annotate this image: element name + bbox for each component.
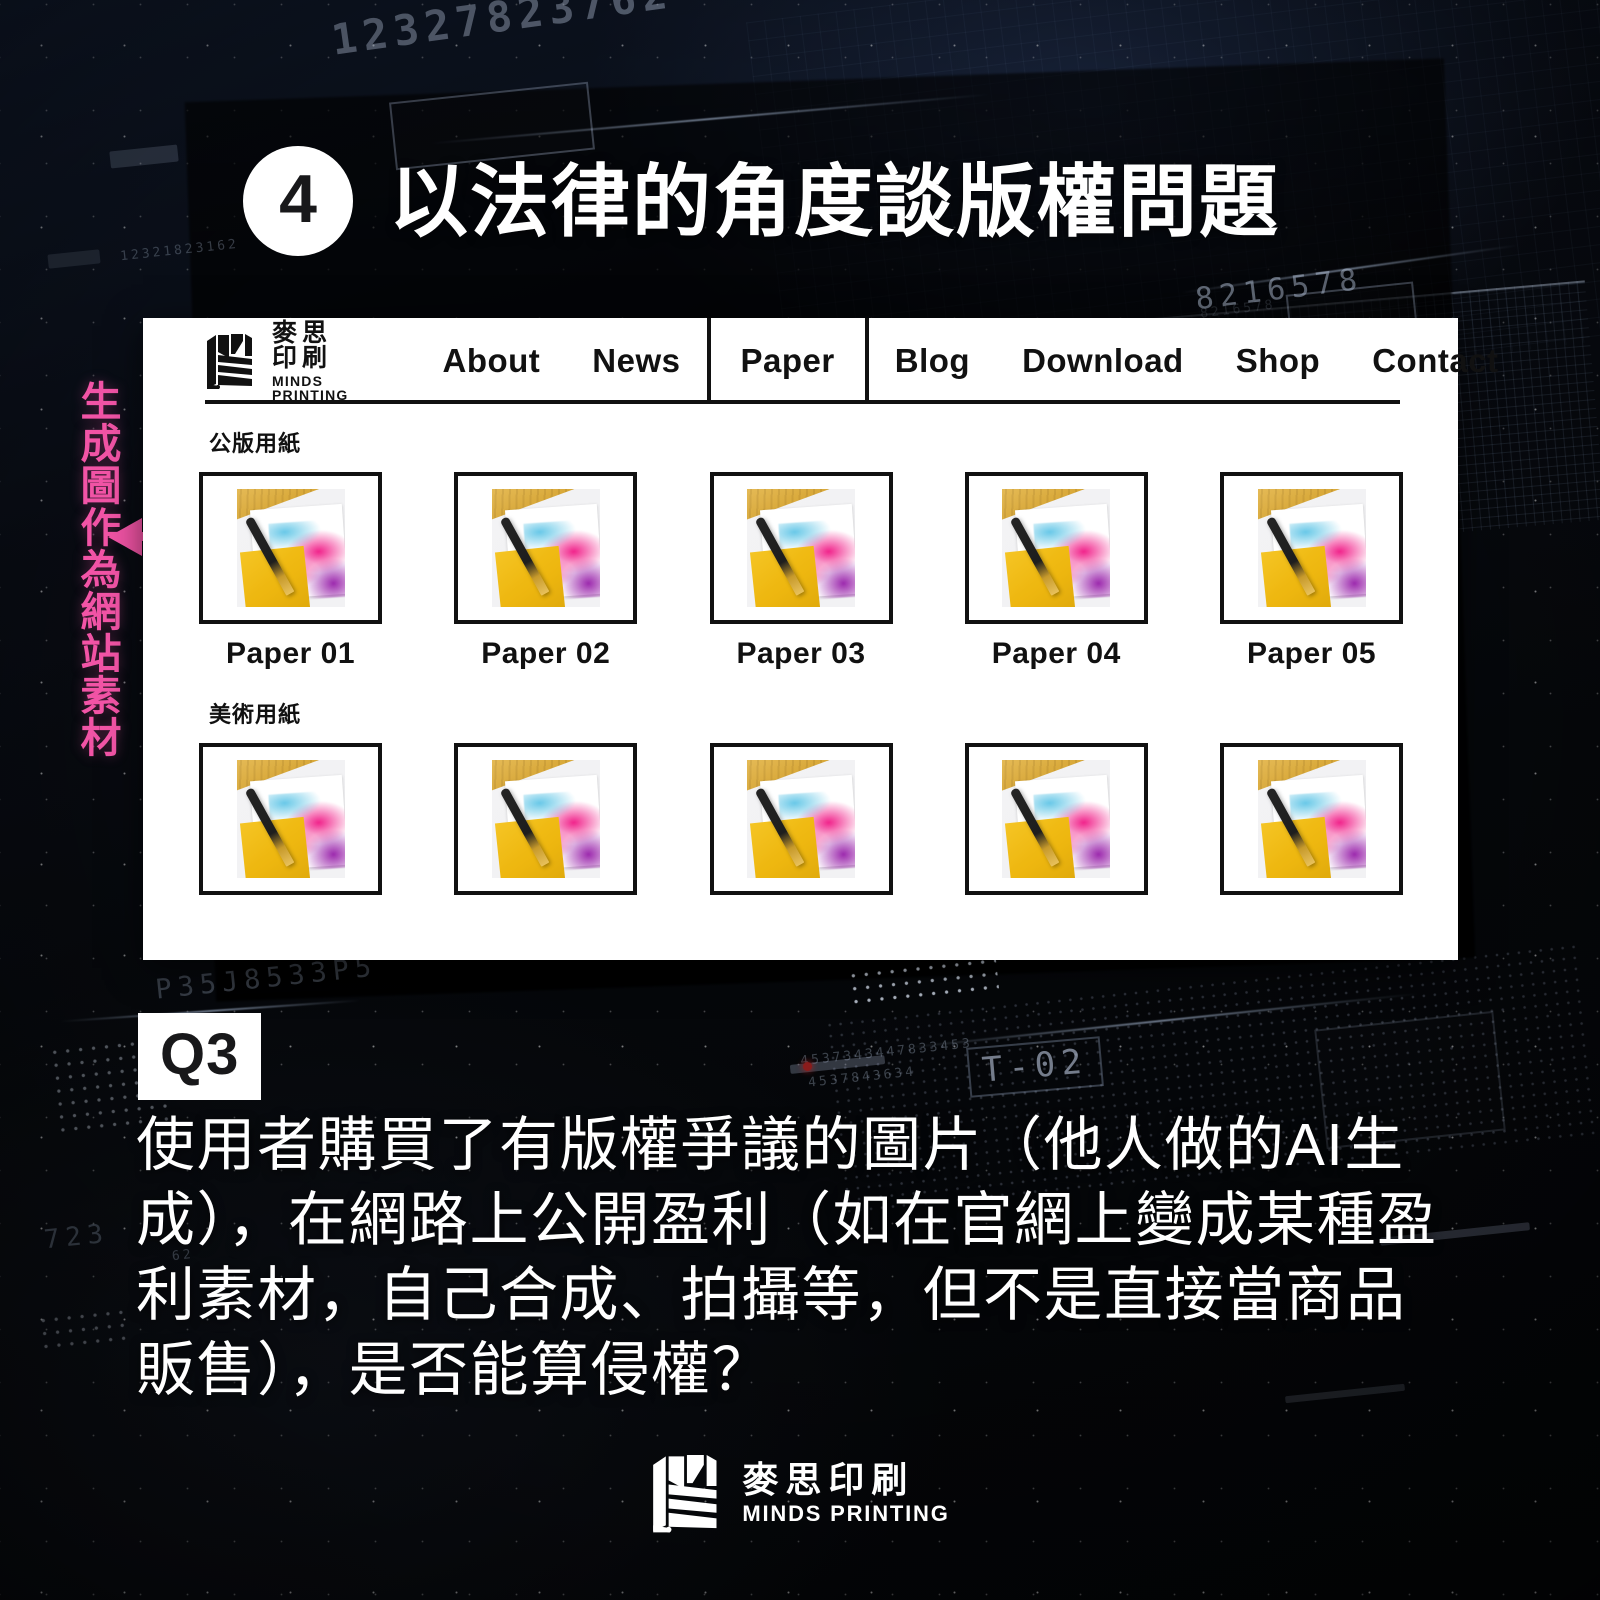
paper-thumbnail-image <box>747 760 855 878</box>
navbar-underline <box>205 400 1400 404</box>
paper-card[interactable]: Paper 03 <box>709 472 893 671</box>
paper-thumbnail-image <box>747 489 855 607</box>
background-status-led <box>803 1062 812 1071</box>
site-logo-wordmark: 麥思印刷 MINDS PRINTING <box>272 318 349 403</box>
paper-card[interactable]: Paper 01 <box>199 472 382 671</box>
paper-catalog-body: 公版用紙 Paper 01 Paper 02 Paper 03 Paper 04… <box>143 404 1458 895</box>
paper-thumbnail-image <box>236 489 345 607</box>
footer-logo: 麥思印刷 MINDS PRINTING <box>650 1452 949 1534</box>
nav-item-paper[interactable]: Paper <box>706 318 869 404</box>
paper-card[interactable] <box>709 743 893 895</box>
minds-printing-logo-icon <box>207 334 252 389</box>
nav-item-contact[interactable]: Contact <box>1346 318 1524 404</box>
paper-thumbnail-image <box>1257 489 1366 607</box>
paper-card[interactable]: Paper 04 <box>964 472 1148 671</box>
paper-thumbnail-image <box>236 760 345 878</box>
paper-thumbnail-frame[interactable] <box>964 472 1148 624</box>
paper-caption: Paper 03 <box>736 637 866 670</box>
paper-thumbnail-image <box>1002 760 1111 878</box>
paper-card[interactable] <box>454 743 638 895</box>
paper-thumbnail-frame[interactable] <box>199 743 382 895</box>
paper-thumbnail-image <box>1257 760 1366 878</box>
site-logo-name-cn: 麥思印刷 <box>272 318 333 372</box>
page-title: 以法律的角度談版權問題 <box>389 156 1280 246</box>
paper-card[interactable]: Paper 02 <box>454 472 638 671</box>
footer-name-en: MINDS PRINTING <box>742 1500 950 1526</box>
section-label-public-paper: 公版用紙 <box>209 431 302 456</box>
question-text: 使用者購買了有版權爭議的圖片（他人做的AI生成），在網路上公開盈利（如在官網上變… <box>136 1112 1438 1403</box>
annotation-arrow-head-icon <box>108 518 142 556</box>
site-logo[interactable]: 麥思印刷 MINDS PRINTING <box>205 318 389 404</box>
paper-thumbnail-frame[interactable] <box>1220 743 1403 895</box>
paper-thumbnail-image <box>491 760 600 878</box>
paper-card[interactable] <box>1220 743 1403 895</box>
paper-caption: Paper 01 <box>225 637 356 670</box>
nav-item-shop[interactable]: Shop <box>1210 318 1346 404</box>
paper-thumbnail-frame[interactable] <box>964 743 1148 895</box>
paper-thumbnail-frame[interactable] <box>199 472 382 624</box>
footer-name-cn: 麥思印刷 <box>742 1458 915 1500</box>
nav-item-blog[interactable]: Blog <box>869 318 996 404</box>
paper-thumbnail-frame[interactable] <box>709 743 893 895</box>
slide-title-row: 4 以法律的角度談版權問題 <box>243 146 1280 256</box>
paper-card[interactable]: Paper 05 <box>1220 472 1403 671</box>
paper-thumbnail-frame[interactable] <box>709 472 893 624</box>
site-logo-name-en: MINDS PRINTING <box>272 372 349 403</box>
paper-card[interactable] <box>199 743 382 895</box>
nav-item-about[interactable]: About <box>417 318 567 404</box>
paper-thumbnail-image <box>1002 489 1111 607</box>
paper-thumbnail-frame[interactable] <box>1220 472 1403 624</box>
paper-thumbnail-image <box>491 489 600 607</box>
paper-grid-row-2 <box>143 743 1458 895</box>
question-badge: Q3 <box>138 1013 262 1100</box>
slide-number-badge: 4 <box>243 146 353 256</box>
paper-caption: Paper 04 <box>991 637 1121 670</box>
paper-caption: Paper 05 <box>1246 637 1377 670</box>
minds-printing-logo-icon <box>653 1455 717 1533</box>
paper-caption: Paper 02 <box>481 637 611 670</box>
footer-wordmark: 麥思印刷 MINDS PRINTING <box>742 1458 950 1526</box>
site-nav-items: About News Paper Blog Download Shop Cont… <box>417 318 1525 404</box>
site-navbar: 麥思印刷 MINDS PRINTING About News Paper Blo… <box>143 318 1498 404</box>
nav-item-news[interactable]: News <box>566 318 706 404</box>
paper-thumbnail-frame[interactable] <box>454 472 638 624</box>
paper-thumbnail-frame[interactable] <box>454 743 638 895</box>
slide-canvas: 12327823762 12321823162 8216578 8216578 … <box>0 0 1600 1600</box>
paper-card[interactable] <box>964 743 1148 895</box>
paper-grid-row-1: Paper 01 Paper 02 Paper 03 Paper 04 Pape… <box>143 472 1458 671</box>
annotation-vertical-text: 生成圖作為網站素材 <box>74 380 120 758</box>
section-label-art-paper: 美術用紙 <box>209 702 302 727</box>
website-mockup-panel: 麥思印刷 MINDS PRINTING About News Paper Blo… <box>143 318 1498 960</box>
nav-item-download[interactable]: Download <box>996 318 1210 404</box>
